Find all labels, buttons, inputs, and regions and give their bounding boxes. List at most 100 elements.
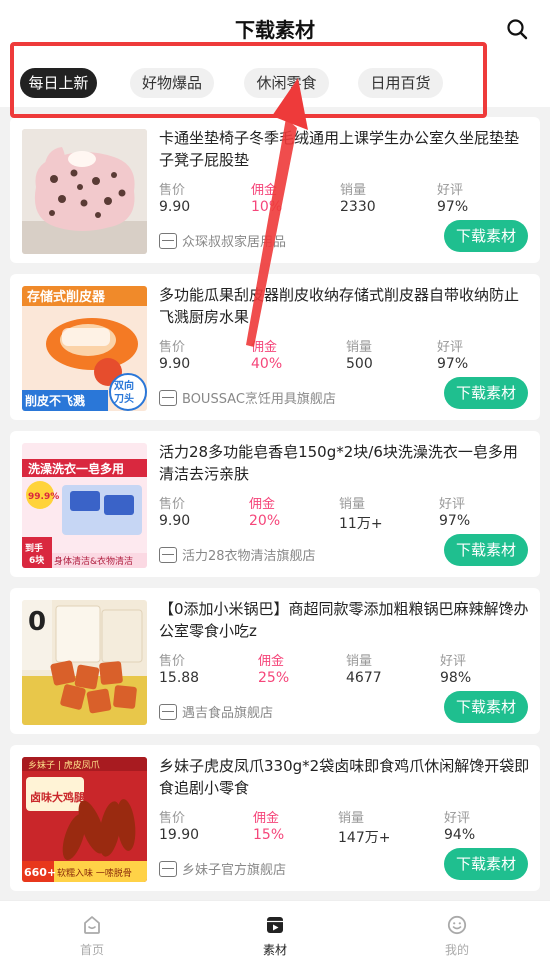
nav-label: 首页 <box>79 943 104 957</box>
product-title: 多功能瓜果刮皮器削皮收纳存储式削皮器自带收纳防止飞溅厨房水果 <box>159 286 520 326</box>
sales-value: 147万+ <box>338 830 391 846</box>
product-image: 存储式削皮器 削皮不飞溅 双向 刀头 <box>22 286 147 411</box>
thumb-text: 99.9% <box>28 492 59 502</box>
nav-profile[interactable]: 我的 <box>407 901 507 971</box>
product-title: 【0添加小米锅巴】商超同款零添加粗粮锅巴麻辣解馋办公室零食小吃z <box>159 600 529 640</box>
nav-material[interactable]: 素材 <box>225 901 325 971</box>
thumb-text: 身体清洁&衣物清洁 <box>54 555 133 567</box>
sales-value: 2330 <box>340 199 376 215</box>
rating-value: 97% <box>437 356 469 372</box>
product-title: 活力28多功能皂香皂150g*2块/6块洗澡洗衣一皂多用清洁去污亲肤 <box>159 443 518 483</box>
product-title: 卡通坐垫椅子冬季毛绒通用上课学生办公室久坐屁垫垫子凳子屁股垫 <box>159 129 520 169</box>
product-title: 乡妹子虎皮凤爪330g*2袋卤味即食鸡爪休闲解馋开袋即食追剧小零食 <box>159 757 530 797</box>
commission-label: 佣金 <box>251 183 278 198</box>
product-image: 洗澡洗衣一皂多用 99.9% 到手 6块 身体清洁&衣物清洁 <box>22 443 147 568</box>
shop-icon <box>159 547 177 563</box>
product-card[interactable]: 卡通坐垫椅子冬季毛绒通用上课学生办公室久坐屁垫垫子凳子屁股垫 售价 佣金 销量 … <box>10 117 540 263</box>
product-image: 0 <box>22 600 147 725</box>
thumb-text: 0 <box>28 607 46 637</box>
thumb-text: 洗澡洗衣一皂多用 <box>28 461 124 476</box>
price-value: 9.90 <box>159 199 191 215</box>
commission-value: 25% <box>258 670 290 686</box>
shop-name: 活力28衣物清洁旗舰店 <box>182 549 316 564</box>
price-value: 19.90 <box>159 827 200 843</box>
shop-icon <box>159 390 177 406</box>
product-image: 乡妹子 | 虎皮凤爪 卤味大鸡腿 660+ 软糯入味 一嗦脱骨 <box>22 757 147 882</box>
rating-label: 好评 <box>444 811 471 826</box>
tab-snacks[interactable]: 休闲零食 <box>244 68 329 98</box>
product-card[interactable]: 洗澡洗衣一皂多用 99.9% 到手 6块 身体清洁&衣物清洁 活力28多功能皂香… <box>10 431 540 577</box>
shop-name: 众琛叔叔家居用品 <box>182 235 287 250</box>
shop-name: 乡妹子官方旗舰店 <box>182 863 287 878</box>
search-icon[interactable] <box>506 18 528 40</box>
thumb-text: 刀头 <box>114 392 134 405</box>
shop-icon <box>159 861 177 877</box>
commission-value: 15% <box>253 827 285 843</box>
rating-label: 好评 <box>437 340 464 355</box>
thumb-text: 削皮不飞溅 <box>25 393 85 408</box>
sales-value: 11万+ <box>339 516 383 532</box>
material-icon <box>267 917 283 933</box>
product-image <box>22 129 147 254</box>
sales-label: 销量 <box>346 340 373 355</box>
svg-text:双向: 双向 <box>114 379 134 392</box>
thumb-text: 卤味大鸡腿 <box>30 790 86 804</box>
profile-icon <box>447 915 467 935</box>
price-value: 9.90 <box>159 513 191 529</box>
rating-value: 97% <box>439 513 471 529</box>
tab-daily-new[interactable]: 每日上新 <box>20 68 97 98</box>
app-header: 下载素材 <box>0 0 550 55</box>
nav-label: 我的 <box>444 943 469 957</box>
rating-value: 97% <box>437 199 469 215</box>
shop-icon <box>159 233 177 249</box>
thumb-text: 660+ <box>24 866 56 879</box>
shop-name: 遇吉食品旗舰店 <box>182 706 274 721</box>
tab-hot-items[interactable]: 好物爆品 <box>130 68 214 98</box>
price-label: 售价 <box>159 183 186 198</box>
nav-label: 素材 <box>262 943 287 957</box>
home-icon <box>84 916 100 934</box>
product-card[interactable]: 乡妹子 | 虎皮凤爪 卤味大鸡腿 660+ 软糯入味 一嗦脱骨 乡妹子虎皮凤爪3… <box>10 745 540 891</box>
shop-icon <box>159 704 177 720</box>
nav-home[interactable]: 首页 <box>42 901 142 971</box>
price-label: 售价 <box>159 811 186 826</box>
thumb-text: 6块 <box>29 554 45 566</box>
download-button[interactable]: 下载素材 <box>444 377 528 409</box>
price-value: 15.88 <box>159 670 200 686</box>
product-card[interactable]: 0 【0添加小米锅巴】商超同款零添加粗粮锅巴麻辣解馋办公室零食小吃z 售价 佣金… <box>10 588 540 734</box>
download-button[interactable]: 下载素材 <box>444 534 528 566</box>
svg-text:刀头: 刀头 <box>114 392 134 405</box>
rating-value: 94% <box>444 827 476 843</box>
price-label: 售价 <box>159 497 186 512</box>
product-card[interactable]: 存储式削皮器 削皮不飞溅 双向 刀头 多功能瓜果刮皮器削皮收纳存储式削皮器自带收… <box>10 274 540 420</box>
price-value: 9.90 <box>159 356 191 372</box>
download-button[interactable]: 下载素材 <box>444 691 528 723</box>
category-tabs: 每日上新 好物爆品 休闲零食 日用百货 <box>0 55 550 107</box>
sales-label: 销量 <box>339 497 366 512</box>
tab-daily-goods[interactable]: 日用百货 <box>358 68 443 98</box>
download-button[interactable]: 下载素材 <box>444 848 528 880</box>
commission-value: 40% <box>251 356 283 372</box>
thumb-text: 到手 <box>25 542 43 554</box>
commission-label: 佣金 <box>253 811 280 826</box>
rating-label: 好评 <box>440 654 467 669</box>
sales-label: 销量 <box>340 183 367 198</box>
commission-label: 佣金 <box>249 497 276 512</box>
thumb-text: 软糯入味 一嗦脱骨 <box>57 867 132 879</box>
price-label: 售价 <box>159 654 186 669</box>
bottom-nav: 首页 素材 我的 <box>0 900 550 971</box>
thumb-text: 双向 <box>114 379 134 392</box>
shop-name: BOUSSAC烹饪用具旗舰店 <box>182 392 336 407</box>
sales-value: 500 <box>346 356 373 372</box>
commission-label: 佣金 <box>258 654 285 669</box>
sales-label: 销量 <box>338 811 365 826</box>
price-label: 售价 <box>159 340 186 355</box>
thumb-text: 存储式削皮器 <box>27 289 106 305</box>
rating-value: 98% <box>440 670 472 686</box>
thumb-text: 乡妹子 | 虎皮凤爪 <box>28 759 100 771</box>
rating-label: 好评 <box>439 497 466 512</box>
sales-value: 4677 <box>346 670 382 686</box>
rating-label: 好评 <box>437 183 464 198</box>
download-button[interactable]: 下载素材 <box>444 220 528 252</box>
commission-label: 佣金 <box>251 340 278 355</box>
